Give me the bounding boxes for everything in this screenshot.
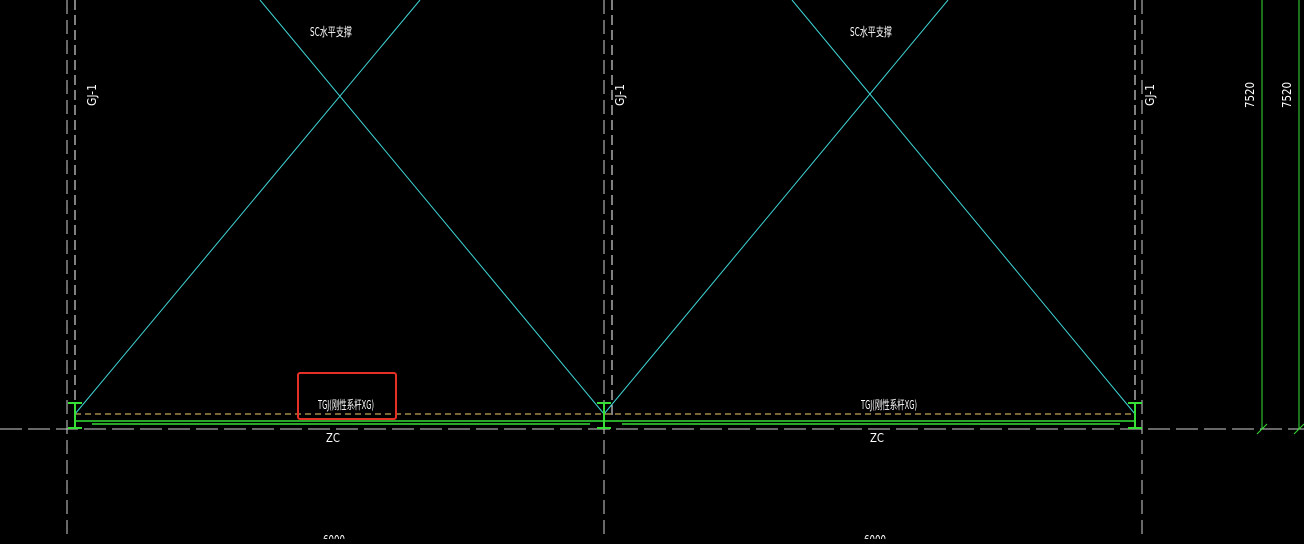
cad-drawing-canvas[interactable]: SC水平支撑 SC水平支撑 TGJ(刚性系杆XG) TGJ(刚性系杆XG) ZC… — [0, 0, 1304, 544]
dimension-lines-right[interactable] — [1256, 0, 1304, 435]
grid-axes — [66, 0, 1143, 539]
brace-label-right[interactable]: SC水平支撑 — [850, 24, 892, 39]
bottom-dimension-label-2[interactable]: 6000 — [864, 533, 886, 544]
zc-label-right[interactable]: ZC — [870, 431, 884, 445]
horizontal-bracing[interactable] — [74, 0, 1136, 415]
frame-label-2[interactable]: GJ-1 — [613, 84, 627, 106]
column-marker-2[interactable] — [597, 402, 611, 429]
cad-drawing-svg[interactable]: SC水平支撑 SC水平支撑 TGJ(刚性系杆XG) TGJ(刚性系杆XG) ZC… — [0, 0, 1304, 544]
vertical-dimension-label-2[interactable]: 7520 — [1280, 82, 1294, 108]
brace-right-diag-a[interactable] — [603, 0, 949, 415]
frame-label-3[interactable]: GJ-1 — [1143, 84, 1157, 106]
vertical-dimension-label-1[interactable]: 7520 — [1243, 82, 1257, 108]
column-marker-1[interactable] — [68, 402, 82, 429]
column-marker-3[interactable] — [1128, 402, 1142, 429]
brace-label-left[interactable]: SC水平支撑 — [310, 24, 352, 39]
highlight-box — [297, 372, 397, 420]
brace-left-diag-a[interactable] — [74, 0, 421, 415]
beam-label-left[interactable]: TGJ(刚性系杆XG) — [317, 398, 374, 412]
brace-right-diag-b[interactable] — [791, 0, 1136, 415]
frame-label-1[interactable]: GJ-1 — [85, 84, 99, 106]
beam-label-right[interactable]: TGJ(刚性系杆XG) — [860, 398, 917, 412]
column-boundaries — [74, 0, 1136, 420]
brace-left-diag-b[interactable] — [259, 0, 605, 415]
bottom-dimension-label-1[interactable]: 6000 — [323, 533, 345, 544]
zc-label-left[interactable]: ZC — [326, 431, 340, 445]
